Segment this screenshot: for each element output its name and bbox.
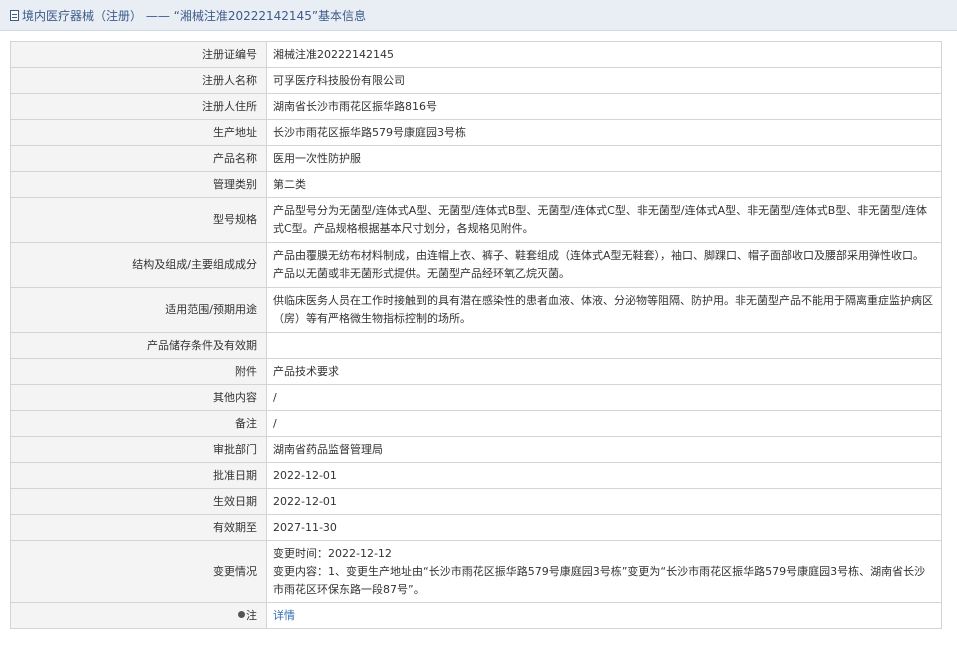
changes-value: 变更时间：2022-12-12 变更内容：1、变更生产地址由“长沙市雨花区振华路…: [266, 540, 942, 603]
product-name-value: 医用一次性防护服: [266, 145, 942, 172]
production-address-value: 长沙市雨花区振华路579号康庭园3号栋: [266, 119, 942, 146]
change-time: 变更时间：2022-12-12: [273, 546, 392, 560]
table-row: 备注 /: [10, 410, 942, 437]
reg-no-value: 湘械注准20222142145: [266, 41, 942, 68]
table-row: 生效日期 2022-12-01: [10, 488, 942, 515]
valid-until-value: 2027-11-30: [266, 514, 942, 541]
pin-icon: [238, 611, 245, 618]
table-row: 审批部门 湖南省药品监督管理局: [10, 436, 942, 463]
field-label: 变更情况: [10, 540, 267, 603]
table-row: 型号规格 产品型号分为无菌型/连体式A型、无菌型/连体式B型、无菌型/连体式C型…: [10, 197, 942, 243]
approval-dept-value: 湖南省药品监督管理局: [266, 436, 942, 463]
field-label: 注册人名称: [10, 67, 267, 94]
field-label: 批准日期: [10, 462, 267, 489]
field-label: 其他内容: [10, 384, 267, 411]
structure-value: 产品由覆膜无纺布材料制成，由连帽上衣、裤子、鞋套组成（连体式A型无鞋套），袖口、…: [266, 242, 942, 288]
details-link[interactable]: 详情: [273, 609, 295, 622]
model-spec-value: 产品型号分为无菌型/连体式A型、无菌型/连体式B型、无菌型/连体式C型、非无菌型…: [266, 197, 942, 243]
table-row: 结构及组成/主要组成成分 产品由覆膜无纺布材料制成，由连帽上衣、裤子、鞋套组成（…: [10, 242, 942, 288]
field-label: 管理类别: [10, 171, 267, 198]
other-value: /: [266, 384, 942, 411]
page-title: 境内医疗器械（注册） —— “湘械注准20222142145”基本信息: [22, 8, 367, 23]
field-label: 生效日期: [10, 488, 267, 515]
change-content: 变更内容：1、变更生产地址由“长沙市雨花区振华路579号康庭园3号栋”变更为“长…: [273, 564, 926, 596]
note-value: 详情: [266, 602, 942, 629]
registrant-address-value: 湖南省长沙市雨花区振华路816号: [266, 93, 942, 120]
table-row: 其他内容 /: [10, 384, 942, 411]
table-row: 注册人住所 湖南省长沙市雨花区振华路816号: [10, 93, 942, 120]
field-label: 注册人住所: [10, 93, 267, 120]
table-row: 注册证编号 湘械注准20222142145: [10, 41, 942, 68]
storage-value: [266, 332, 942, 359]
table-row: 产品名称 医用一次性防护服: [10, 145, 942, 172]
field-label: 型号规格: [10, 197, 267, 243]
table-row: 注册人名称 可孚医疗科技股份有限公司: [10, 67, 942, 94]
info-table: 注册证编号 湘械注准20222142145 注册人名称 可孚医疗科技股份有限公司…: [10, 41, 942, 629]
remark-value: /: [266, 410, 942, 437]
table-row: 生产地址 长沙市雨花区振华路579号康庭园3号栋: [10, 119, 942, 146]
field-label: 注: [246, 608, 257, 622]
note-label-cell: 注: [10, 602, 267, 629]
field-label: 附件: [10, 358, 267, 385]
scope-value: 供临床医务人员在工作时接触到的具有潜在感染性的患者血液、体液、分泌物等阻隔、防护…: [266, 287, 942, 333]
field-label: 有效期至: [10, 514, 267, 541]
field-label: 审批部门: [10, 436, 267, 463]
table-row: 注 详情: [10, 602, 942, 629]
field-label: 产品储存条件及有效期: [10, 332, 267, 359]
effective-date-value: 2022-12-01: [266, 488, 942, 515]
table-row: 批准日期 2022-12-01: [10, 462, 942, 489]
table-row: 有效期至 2027-11-30: [10, 514, 942, 541]
table-row: 管理类别 第二类: [10, 171, 942, 198]
table-row: 变更情况 变更时间：2022-12-12 变更内容：1、变更生产地址由“长沙市雨…: [10, 540, 942, 603]
field-label: 产品名称: [10, 145, 267, 172]
management-class-value: 第二类: [266, 171, 942, 198]
approval-date-value: 2022-12-01: [266, 462, 942, 489]
table-row: 产品储存条件及有效期: [10, 332, 942, 359]
field-label: 结构及组成/主要组成成分: [10, 242, 267, 288]
page-header: 境内医疗器械（注册） —— “湘械注准20222142145”基本信息: [0, 0, 957, 31]
document-icon: [10, 9, 19, 21]
attachment-value: 产品技术要求: [266, 358, 942, 385]
registrant-value: 可孚医疗科技股份有限公司: [266, 67, 942, 94]
field-label: 备注: [10, 410, 267, 437]
field-label: 生产地址: [10, 119, 267, 146]
field-label: 注册证编号: [10, 41, 267, 68]
table-row: 附件 产品技术要求: [10, 358, 942, 385]
field-label: 适用范围/预期用途: [10, 287, 267, 333]
table-row: 适用范围/预期用途 供临床医务人员在工作时接触到的具有潜在感染性的患者血液、体液…: [10, 287, 942, 333]
